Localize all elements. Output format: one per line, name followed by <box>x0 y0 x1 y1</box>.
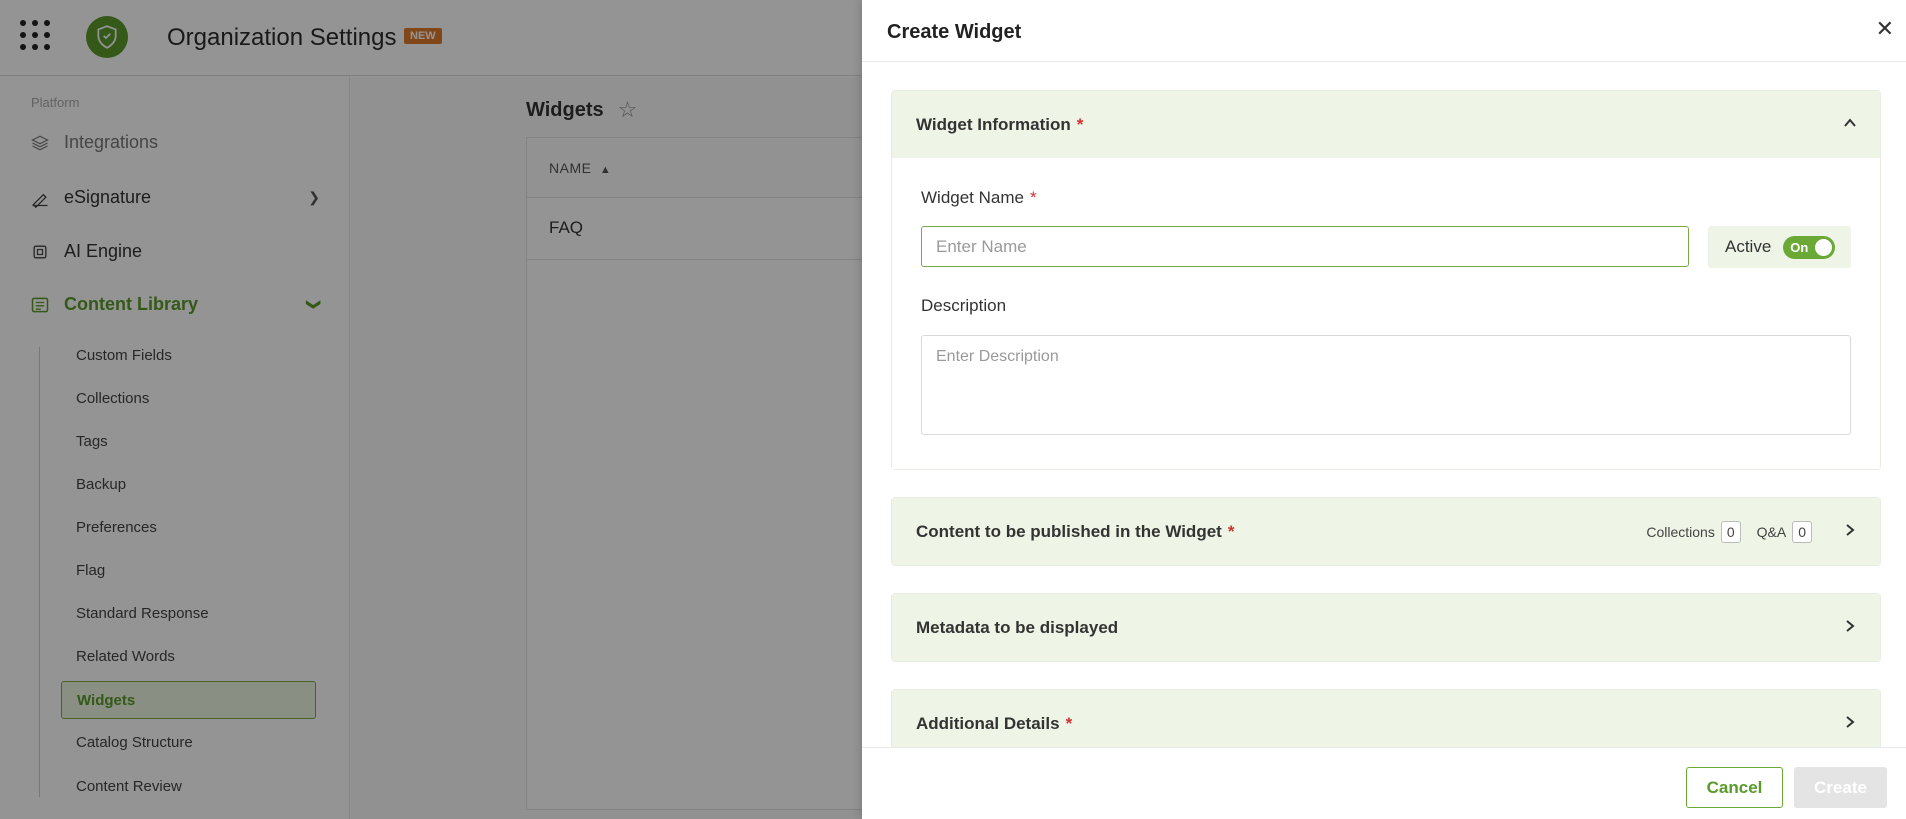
widget-information-section: Widget Information * Widget Name * Active… <box>891 90 1881 470</box>
collections-count: 0 <box>1720 521 1741 543</box>
metadata-section-header[interactable]: Metadata to be displayed <box>892 594 1880 661</box>
qa-count-label: Q&A <box>1756 524 1787 540</box>
drawer-title: Create Widget <box>887 21 1022 43</box>
additional-details-header[interactable]: Additional Details * <box>892 690 1880 747</box>
section-title: Metadata to be displayed <box>916 617 1119 637</box>
content-section: Content to be published in the Widget * … <box>891 497 1881 566</box>
required-mark: * <box>1076 114 1084 134</box>
chevron-right-icon[interactable] <box>1840 712 1860 732</box>
active-toggle-group: Active On <box>1708 226 1851 268</box>
toggle-knob <box>1815 238 1833 256</box>
required-mark: * <box>1065 713 1073 733</box>
widget-name-label-text: Widget Name <box>921 188 1024 207</box>
collections-count-label: Collections <box>1646 524 1715 540</box>
widget-information-body: Widget Name * Active On Description <box>892 158 1880 469</box>
chevron-right-icon[interactable] <box>1840 520 1860 540</box>
required-mark: * <box>1227 521 1235 541</box>
section-title: Content to be published in the Widget <box>916 521 1222 541</box>
required-mark: * <box>1029 188 1037 207</box>
close-icon[interactable]: ✕ <box>1876 18 1894 40</box>
drawer-header: Create Widget ✕ <box>862 0 1906 62</box>
toggle-state-label: On <box>1790 239 1809 255</box>
active-label: Active <box>1725 237 1772 256</box>
description-textarea[interactable] <box>921 335 1851 435</box>
additional-details-section: Additional Details * <box>891 689 1881 747</box>
widget-name-input[interactable] <box>921 226 1689 267</box>
active-toggle[interactable]: On <box>1783 235 1836 259</box>
qa-count: 0 <box>1792 521 1812 543</box>
drawer-body[interactable]: Widget Information * Widget Name * Active… <box>862 62 1906 747</box>
widget-information-header[interactable]: Widget Information * <box>892 91 1880 158</box>
drawer-footer: Cancel Create <box>862 747 1906 819</box>
cancel-button[interactable]: Cancel <box>1686 767 1783 808</box>
create-widget-drawer: Create Widget ✕ Widget Information * Wid… <box>862 0 1906 819</box>
modal-backdrop[interactable] <box>0 0 862 819</box>
description-label: Description <box>921 296 1007 315</box>
app-root: Organization Settings NEW Platform Integ… <box>0 0 1906 819</box>
section-title: Widget Information <box>916 114 1071 134</box>
chevron-right-icon[interactable] <box>1840 616 1860 636</box>
widget-name-label: Widget Name * <box>921 188 1037 208</box>
chevron-up-icon[interactable] <box>1840 113 1860 133</box>
create-button[interactable]: Create <box>1794 767 1887 808</box>
content-counts: Collections 0 Q&A 0 <box>1646 521 1822 543</box>
section-title: Additional Details <box>916 713 1060 733</box>
metadata-section: Metadata to be displayed <box>891 593 1881 662</box>
content-section-header[interactable]: Content to be published in the Widget * … <box>892 498 1880 565</box>
